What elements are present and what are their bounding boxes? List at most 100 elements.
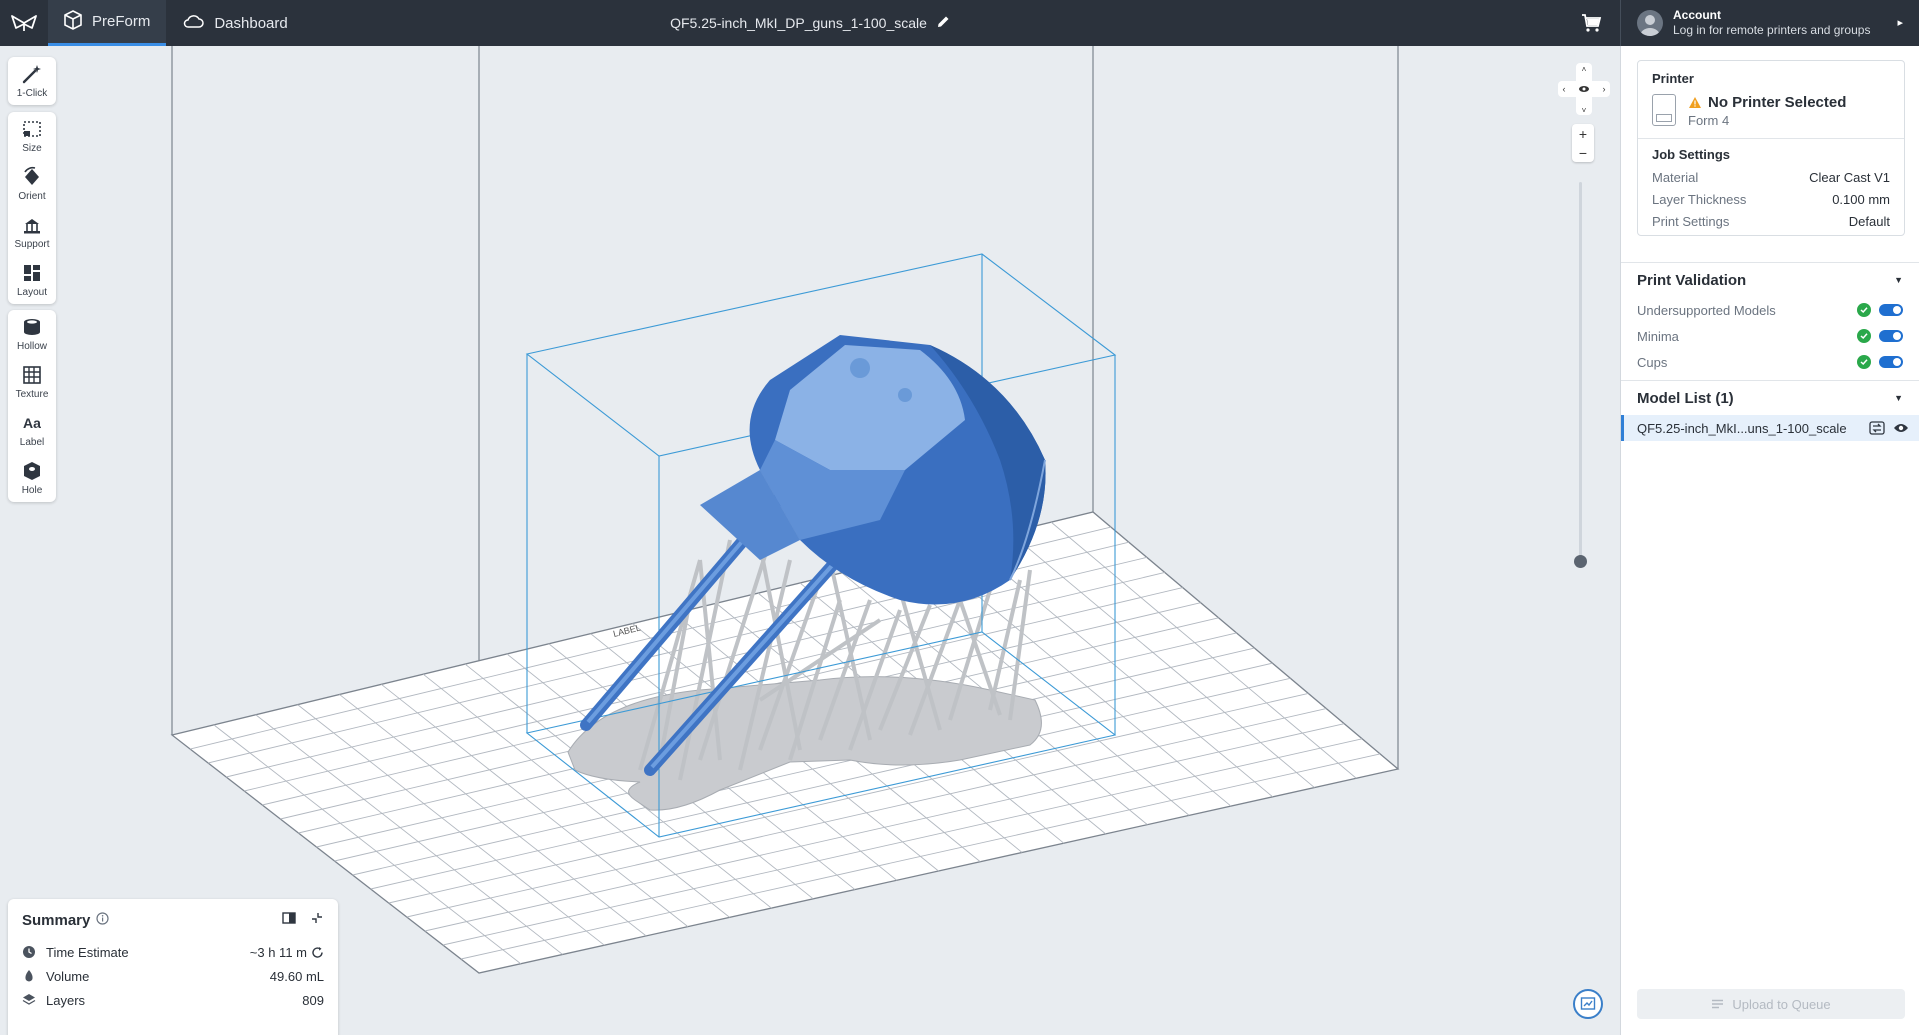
tool-group-oneclick: 1-Click [8,57,56,105]
validation-toggle[interactable] [1879,330,1903,342]
info-icon[interactable] [96,912,109,929]
file-title[interactable]: QF5.25-inch_MkI_DP_guns_1-100_scale [670,15,927,31]
validation-toggle[interactable] [1879,304,1903,316]
summary-row-layers: Layers 809 [22,988,324,1012]
upload-to-queue-button[interactable]: Upload to Queue [1637,989,1905,1019]
orient-icon [24,166,39,185]
zoom-controls: + − [1572,124,1594,162]
cart-icon[interactable] [1579,11,1603,35]
model-list-item[interactable]: QF5.25-inch_MkI...uns_1-100_scale [1621,415,1919,441]
printer-card[interactable]: Printer No Printer Selected Form 4 Job S… [1637,60,1905,236]
tool-texture[interactable]: Texture [8,358,56,406]
summary-panel: Summary Time Estimate ~3 h 11 m Volume 4… [8,899,338,1035]
tool-orient[interactable]: Orient [8,160,56,208]
model-list-header[interactable]: Model List (1) ▼ [1621,381,1919,415]
hole-icon [24,462,40,480]
summary-value: ~3 h 11 m [249,944,307,960]
summary-label: Time Estimate [46,944,129,960]
tool-label: Orient [18,191,46,202]
tool-label: Size [22,143,42,154]
label-icon: Aa [23,415,41,431]
support-icon [24,219,40,234]
tool-label[interactable]: Aa Label [8,406,56,454]
layers-icon [22,994,36,1005]
chevron-right-icon: ▸ [1897,17,1903,29]
tab-dashboard[interactable]: Dashboard [166,0,303,46]
model-turret [700,335,1046,605]
print-validation-header[interactable]: Print Validation ▼ [1621,263,1919,297]
summary-row-volume: Volume 49.60 mL [22,964,324,988]
magic-wand-icon [22,65,41,84]
zoom-out-button[interactable]: − [1579,145,1587,161]
summary-label: Layers [46,992,86,1008]
tool-label: Support [14,239,50,250]
tab-preform-label: PreForm [92,13,151,30]
check-icon [1857,303,1871,317]
tool-hole[interactable]: Hole [8,454,56,502]
validation-row-cups: Cups [1621,349,1919,375]
tool-hollow[interactable]: Hollow [8,310,56,358]
printer-section-title: Printer [1652,71,1694,86]
tool-1-click[interactable]: 1-Click [8,57,56,105]
chart-icon [1580,997,1596,1010]
rotate-up-icon: ˄ [1582,65,1587,74]
tool-label: Hollow [16,341,47,352]
account-subtitle: Log in for remote printers and groups [1673,23,1871,37]
warning-icon [1689,97,1701,108]
summary-value: 49.60 mL [269,968,324,984]
refresh-icon[interactable] [311,946,324,959]
tab-dashboard-label: Dashboard [214,14,288,32]
panel-toggle-icon[interactable] [282,911,296,930]
tool-label: Hole [21,485,43,496]
account-title: Account [1673,8,1721,22]
pencil-icon[interactable] [937,15,950,31]
screenshot-button[interactable] [1573,989,1603,1019]
model-list-title: Model List (1) [1637,389,1734,407]
avatar [1637,10,1663,36]
collapse-icon[interactable] [310,911,324,930]
summary-row-time: Time Estimate ~3 h 11 m [22,940,324,964]
texture-icon [23,366,41,384]
clock-icon [23,946,35,958]
account-menu[interactable]: Account Log in for remote printers and g… [1620,0,1919,46]
cloud-icon [182,13,205,33]
validation-row-minima: Minima [1621,323,1919,349]
job-setting-label: Layer Thickness [1652,191,1747,207]
tool-layout[interactable]: Layout [8,256,56,304]
tab-preform[interactable]: PreForm [48,0,167,46]
rotate-right-icon: › [1603,84,1606,94]
scene-canvas[interactable]: LABEL [0,46,1620,1035]
replace-model-icon[interactable] [1869,421,1885,435]
zoom-in-button[interactable]: + [1579,126,1587,142]
tool-group-modify: Hollow Texture Aa Label Hole [8,310,56,502]
model-list-section: Model List (1) ▼ QF5.25-inch_MkI...uns_1… [1621,380,1919,441]
right-panel: Printer No Printer Selected Form 4 Job S… [1620,46,1919,1035]
upload-to-queue-label: Upload to Queue [1732,996,1831,1012]
tool-size[interactable]: Size [8,112,56,160]
tool-support[interactable]: Support [8,208,56,256]
tool-label: Layout [16,287,48,298]
model-name: QF5.25-inch_MkI...uns_1-100_scale [1637,420,1847,436]
validation-row-undersupported: Undersupported Models [1621,297,1919,323]
job-setting-label: Material [1652,169,1699,185]
check-icon [1857,355,1871,369]
eye-icon[interactable] [1893,422,1909,434]
layout-icon [24,265,40,281]
hollow-icon [24,319,40,335]
printer-model: Form 4 [1688,113,1730,128]
tool-group-prepare: Size Orient Support Layout [8,112,56,304]
job-setting-value: Clear Cast V1 [1809,169,1890,185]
rotate-down-icon: ˅ [1582,106,1587,115]
3d-viewport[interactable]: LABEL 1-Click Size Orient Support Layout… [0,46,1620,1035]
summary-title: Summary [22,912,91,929]
tool-label: 1-Click [16,88,48,99]
printer-name: No Printer Selected [1708,94,1847,111]
job-setting-value: 0.100 mm [1832,191,1890,207]
layer-slider-handle[interactable] [1574,555,1587,568]
formlabs-logo-icon[interactable] [0,0,48,46]
print-validation-section: Print Validation ▼ Undersupported Models… [1621,262,1919,375]
layer-slider-track[interactable] [1579,182,1582,562]
view-navigation-pad[interactable]: ˄ ˅ ‹ › [1558,63,1610,115]
validation-toggle[interactable] [1879,356,1903,368]
top-bar: PreForm Dashboard QF5.25-inch_MkI_DP_gun… [0,0,1919,46]
